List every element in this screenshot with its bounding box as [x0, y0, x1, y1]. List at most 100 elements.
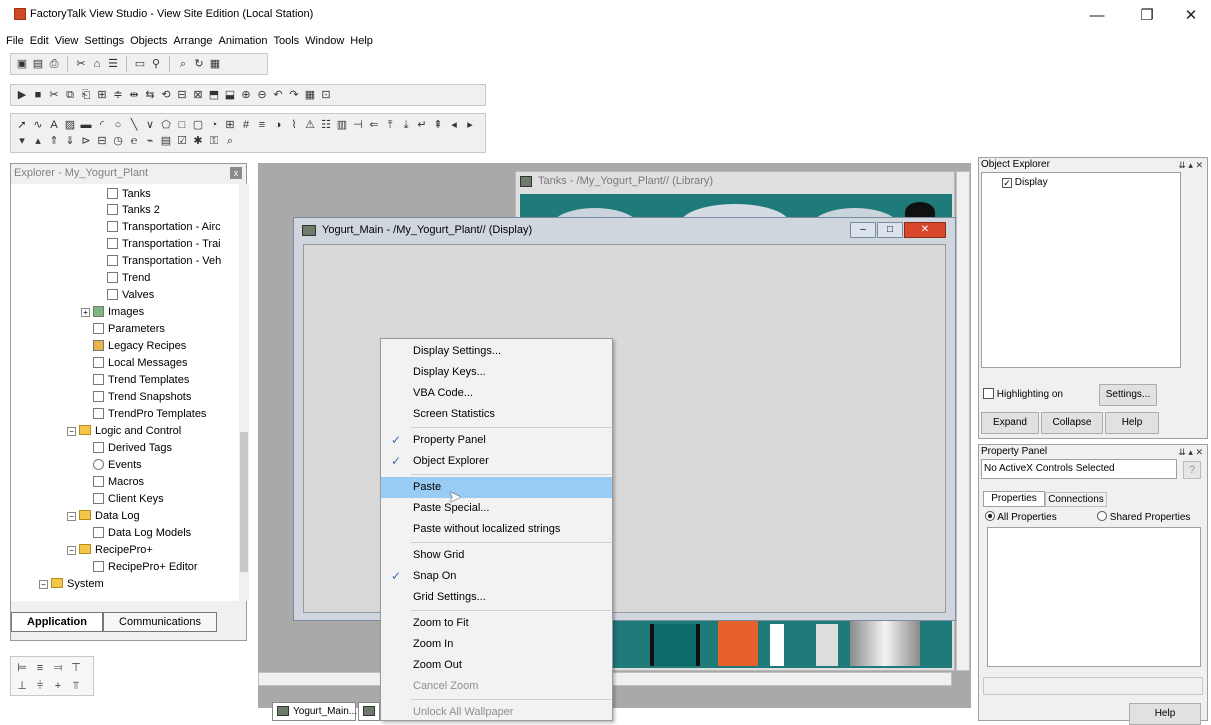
recipe-icon[interactable]: ☑: [175, 134, 189, 148]
print-icon[interactable]: ⎙: [47, 57, 61, 71]
tag-icon[interactable]: ⚲: [149, 57, 163, 71]
taskbar-library-tab[interactable]: [358, 702, 380, 721]
center-icon[interactable]: +: [51, 679, 65, 693]
align-center-icon[interactable]: ≡: [33, 661, 47, 675]
collapse-icon[interactable]: −: [67, 546, 76, 555]
snap-icon[interactable]: ⊡: [319, 88, 333, 102]
display-minimize-button[interactable]: –: [850, 222, 876, 238]
tree-item[interactable]: − System: [39, 576, 104, 592]
back-icon[interactable]: ⬓: [223, 88, 237, 102]
collapse-button[interactable]: Collapse: [1041, 412, 1103, 434]
tab-application[interactable]: Application: [11, 612, 103, 632]
align-right-icon[interactable]: ⫤: [51, 661, 65, 675]
tree-item[interactable]: Data Log Models: [93, 525, 191, 541]
object-selector[interactable]: No ActiveX Controls Selected: [981, 459, 1177, 479]
tree-item[interactable]: Client Keys: [93, 491, 164, 507]
rotate-icon[interactable]: ⟲: [159, 88, 173, 102]
chart-icon[interactable]: ⌁: [143, 134, 157, 148]
dup-icon[interactable]: ⊞: [95, 88, 109, 102]
alarm-icon[interactable]: ⚠: [303, 118, 317, 132]
tree-item[interactable]: Macros: [93, 474, 144, 490]
tab-connections[interactable]: Connections: [1045, 492, 1107, 507]
trend-icon[interactable]: ⌇: [287, 118, 301, 132]
scroll-thumb[interactable]: [240, 432, 248, 572]
menu-settings[interactable]: Settings: [84, 32, 124, 50]
tree-item[interactable]: Events: [93, 457, 142, 473]
menu-tools[interactable]: Tools: [273, 32, 299, 50]
object-tree-root[interactable]: ✓ Display: [1002, 177, 1048, 188]
bar-icon[interactable]: ▥: [335, 118, 349, 132]
page-down-icon[interactable]: ⇓: [63, 134, 77, 148]
tree-item[interactable]: Legacy Recipes: [93, 338, 186, 354]
settings-button[interactable]: Settings...: [1099, 384, 1157, 406]
all-properties-radio[interactable]: All Properties: [985, 511, 1057, 523]
menu-item-zoom-to-fit[interactable]: Zoom to Fit: [381, 613, 612, 634]
line-icon[interactable]: ╲: [127, 118, 141, 132]
panel-pin-icon[interactable]: ⇊ ▴ ✕: [1178, 160, 1203, 171]
search-icon[interactable]: ⌕: [223, 134, 237, 148]
tree-item[interactable]: − Data Log: [67, 508, 140, 524]
panel-pin-icon[interactable]: ⇊ ▴ ✕: [1178, 447, 1203, 458]
explorer-close-button[interactable]: x: [230, 167, 242, 179]
property-grid[interactable]: [987, 527, 1201, 667]
text-icon[interactable]: A: [47, 118, 61, 132]
shared-properties-radio[interactable]: Shared Properties: [1097, 511, 1190, 523]
display-close-button[interactable]: ✕: [904, 222, 946, 238]
display-maximize-button[interactable]: □: [877, 222, 903, 238]
workspace-vscrollbar[interactable]: [956, 171, 970, 671]
tab-properties[interactable]: Properties: [983, 491, 1045, 507]
key-icon[interactable]: ⚿: [207, 134, 221, 148]
rect-icon[interactable]: □: [175, 118, 189, 132]
tree-item[interactable]: Valves: [107, 287, 154, 303]
new-icon[interactable]: ▣: [15, 57, 29, 71]
stop-icon[interactable]: ■: [31, 88, 45, 102]
freehand-icon[interactable]: ∿: [31, 118, 45, 132]
panel-icon[interactable]: ▬: [79, 118, 93, 132]
tree-item[interactable]: Transportation - Veh: [107, 253, 221, 269]
tree-item[interactable]: RecipePro+ Editor: [93, 559, 198, 575]
align-top-icon[interactable]: ⊤: [69, 661, 83, 675]
menu-animation[interactable]: Animation: [219, 32, 268, 50]
menu-help[interactable]: Help: [350, 32, 373, 50]
home-icon[interactable]: ⇞: [431, 118, 445, 132]
open-icon[interactable]: ⌂: [90, 57, 104, 71]
round-rect-icon[interactable]: ▢: [191, 118, 205, 132]
time-icon[interactable]: ◷: [111, 134, 125, 148]
scale-icon[interactable]: ⊣: [351, 118, 365, 132]
copy-icon[interactable]: ⧉: [63, 88, 77, 102]
align-icon[interactable]: ≑: [111, 88, 125, 102]
goto-icon[interactable]: ⊳: [79, 134, 93, 148]
tree-item[interactable]: Tanks 2: [107, 202, 160, 218]
refresh-icon[interactable]: ↻: [192, 57, 206, 71]
cut2-icon[interactable]: ✂: [47, 88, 61, 102]
menu-item-grid-settings[interactable]: Grid Settings...: [381, 587, 612, 608]
tree-item[interactable]: + Images: [81, 304, 144, 320]
menu-item-snap-on[interactable]: ✓ Snap On: [381, 566, 612, 587]
align-left-icon[interactable]: ⊨: [15, 661, 29, 675]
macro-icon[interactable]: ✱: [191, 134, 205, 148]
tree-item[interactable]: Trend Templates: [93, 372, 189, 388]
expand-icon[interactable]: +: [81, 308, 90, 317]
wedge-icon[interactable]: ◔: [207, 118, 221, 132]
tree-item[interactable]: − RecipePro+: [67, 542, 153, 558]
menu-item-object-explorer[interactable]: ✓ Object Explorer: [381, 451, 612, 472]
menu-window[interactable]: Window: [305, 32, 344, 50]
zoom-in-icon[interactable]: ⊕: [239, 88, 253, 102]
list-indicator-icon[interactable]: ☷: [319, 118, 333, 132]
explorer-hscrollbar[interactable]: [11, 601, 239, 611]
explorer-scrollbar[interactable]: [239, 184, 249, 601]
menu-item-display-settings[interactable]: Display Settings...: [381, 341, 612, 362]
menu-objects[interactable]: Objects: [130, 32, 167, 50]
align-bottom-icon[interactable]: ⊥: [15, 679, 29, 693]
tag-label-icon[interactable]: ⊟: [95, 134, 109, 148]
menu-item-zoom-in[interactable]: Zoom In: [381, 634, 612, 655]
save-icon[interactable]: ▤: [31, 57, 45, 71]
minimize-button[interactable]: —: [1074, 4, 1120, 28]
display-icon[interactable]: ▭: [133, 57, 147, 71]
arrow-icon[interactable]: ⇐: [367, 118, 381, 132]
paste-icon[interactable]: ⎗: [79, 88, 93, 102]
ie-icon[interactable]: ℮: [127, 134, 141, 148]
menu-arrange[interactable]: Arrange: [173, 32, 212, 50]
menu-item-paste-without-localized[interactable]: Paste without localized strings: [381, 519, 612, 540]
expand-button[interactable]: Expand: [981, 412, 1039, 434]
